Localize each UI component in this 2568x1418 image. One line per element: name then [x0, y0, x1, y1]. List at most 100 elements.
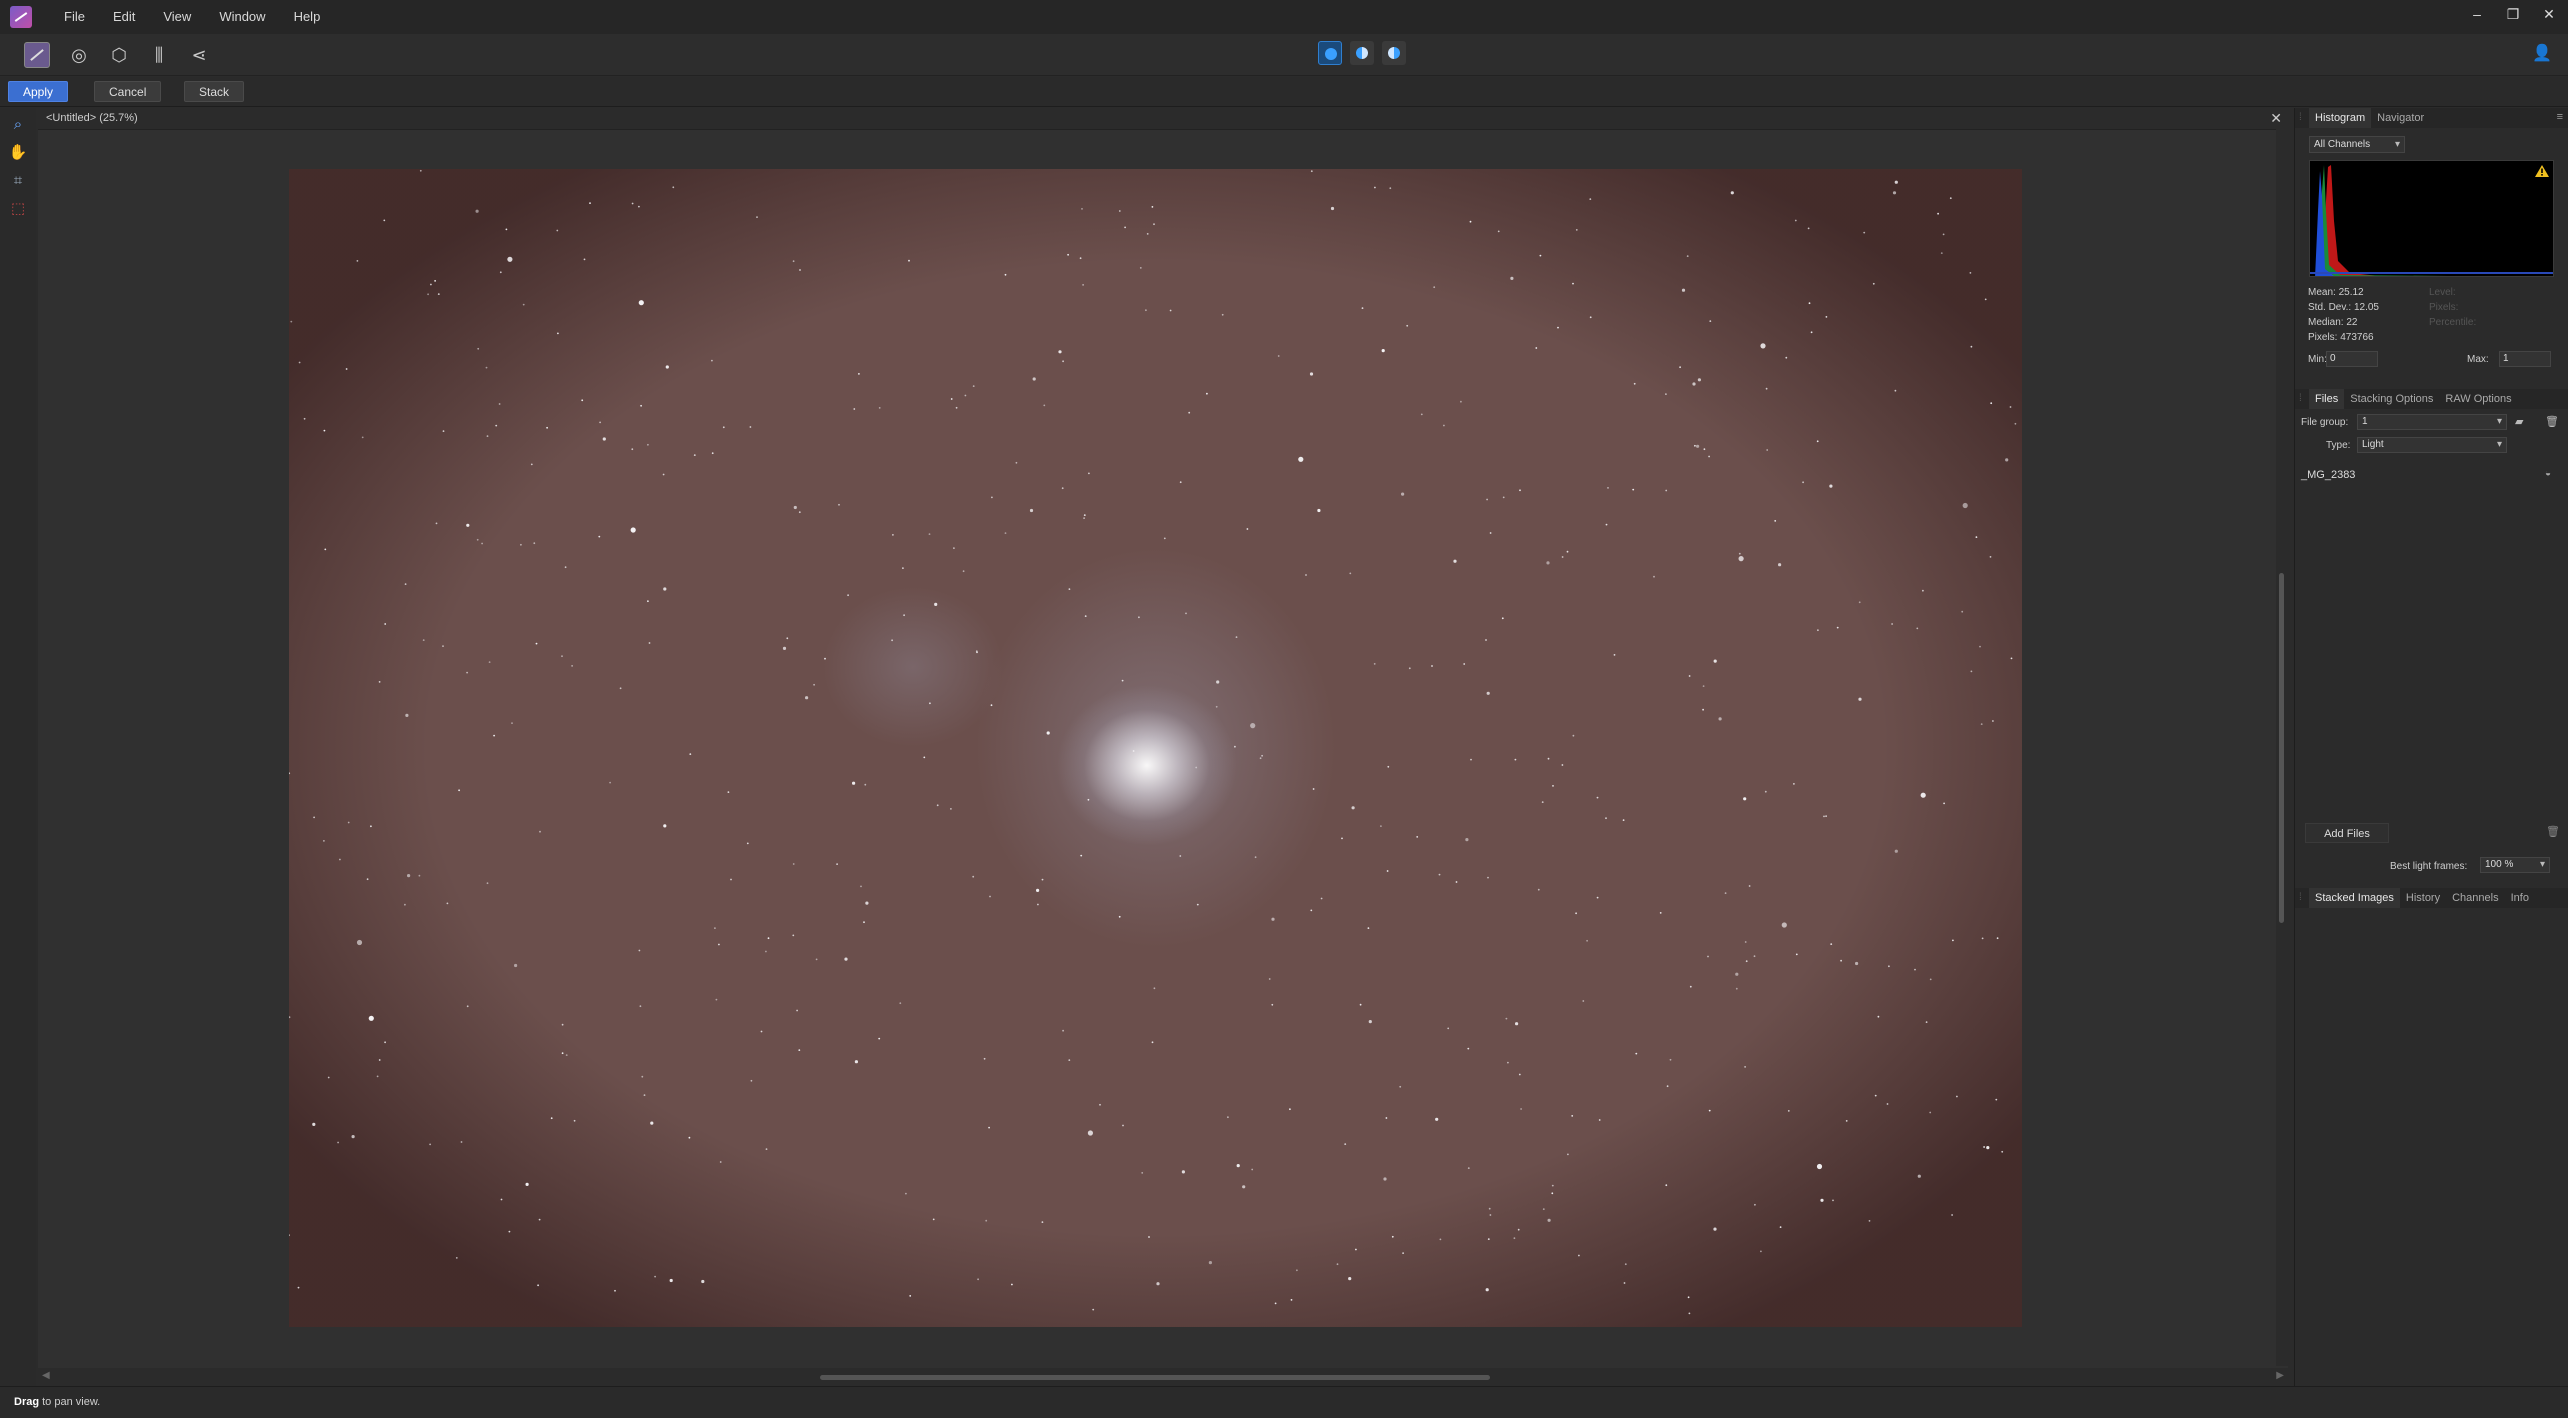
star: [1572, 734, 1575, 737]
star: [1894, 180, 1898, 184]
panel-menu-icon[interactable]: ≡: [2557, 111, 2563, 123]
add-files-button[interactable]: Add Files: [2305, 823, 2389, 843]
canvas-image[interactable]: [289, 169, 2022, 1327]
star: [556, 229, 559, 232]
star: [1041, 1221, 1044, 1223]
close-document-icon[interactable]: ✕: [2270, 110, 2282, 127]
photo-persona-icon[interactable]: [24, 42, 50, 68]
best-light-frames-select[interactable]: 100 % ▾: [2480, 857, 2550, 873]
star: [640, 404, 642, 407]
vertical-scroll-thumb[interactable]: [2279, 573, 2284, 923]
hand-tool-icon[interactable]: ✋: [7, 142, 29, 164]
star: [384, 623, 387, 625]
star: [1688, 1312, 1691, 1315]
trash-icon[interactable]: 🗑: [2545, 415, 2559, 428]
star: [1886, 1103, 1889, 1105]
panel-grip-icon[interactable]: ⁞: [2299, 393, 2309, 405]
menu-window[interactable]: Window: [205, 0, 279, 34]
apply-button[interactable]: Apply: [8, 81, 69, 102]
horizontal-scrollbar[interactable]: ◀ ▶: [38, 1368, 2288, 1386]
split-view-icon[interactable]: [1350, 41, 1374, 65]
star: [891, 639, 893, 642]
tab-histogram[interactable]: Histogram: [2309, 108, 2372, 128]
crop-tool-icon[interactable]: ⌗: [7, 170, 29, 192]
max-input[interactable]: 1: [2499, 351, 2551, 367]
star: [289, 1234, 290, 1237]
star: [1992, 720, 1994, 722]
star: [1546, 561, 1550, 565]
star: [1336, 1263, 1339, 1266]
minimize-button[interactable]: –: [2468, 5, 2486, 23]
file-group-select[interactable]: 1 ▾: [2357, 414, 2507, 430]
star: [688, 1136, 691, 1139]
document-tab[interactable]: <Untitled> (25.7%) ✕: [38, 108, 2288, 130]
star: [1271, 917, 1275, 921]
tab-info[interactable]: Info: [2505, 888, 2535, 908]
vertical-scrollbar[interactable]: [2276, 128, 2288, 1366]
star: [1975, 536, 1978, 538]
scroll-left-icon[interactable]: ◀: [42, 1370, 50, 1381]
menu-file[interactable]: File: [50, 0, 99, 34]
develop-persona-icon[interactable]: ⬡: [106, 42, 132, 68]
mirror-view-icon[interactable]: [1382, 41, 1406, 65]
star: [1510, 276, 1514, 280]
panel-grip-icon[interactable]: ⁞: [2299, 892, 2309, 904]
star: [864, 783, 867, 786]
type-select[interactable]: Light ▾: [2357, 437, 2507, 453]
scroll-right-icon[interactable]: ▶: [2276, 1370, 2284, 1381]
tab-history[interactable]: History: [2400, 888, 2446, 908]
remove-files-icon[interactable]: 🗑: [2546, 825, 2560, 838]
selection-tool-icon[interactable]: ⬚: [7, 198, 29, 220]
star: [1438, 873, 1441, 876]
tab-channels[interactable]: Channels: [2446, 888, 2504, 908]
star: [1289, 1108, 1291, 1111]
star: [1840, 959, 1842, 962]
star: [991, 496, 993, 499]
export-persona-icon[interactable]: ⋖: [186, 42, 212, 68]
star: [1208, 1261, 1212, 1265]
tab-raw-options[interactable]: RAW Options: [2439, 389, 2517, 409]
star: [1810, 331, 1813, 334]
list-item[interactable]: _MG_2383 ◒: [2301, 466, 2563, 484]
star: [1687, 1296, 1690, 1299]
file-name: _MG_2383: [2301, 469, 2356, 481]
visibility-icon[interactable]: ◒: [2545, 468, 2551, 479]
menu-help[interactable]: Help: [280, 0, 335, 34]
star: [639, 1005, 642, 1008]
clipping-warning-icon[interactable]: [2535, 165, 2549, 177]
zoom-tool-icon[interactable]: ⌕: [7, 114, 29, 136]
horizontal-scroll-thumb[interactable]: [820, 1375, 1490, 1380]
view-mode-icon-1[interactable]: [1318, 41, 1342, 65]
liquify-persona-icon[interactable]: ◎: [66, 42, 92, 68]
star: [455, 1257, 458, 1259]
tab-files[interactable]: Files: [2309, 389, 2345, 409]
menu-edit[interactable]: Edit: [99, 0, 149, 34]
star: [1981, 937, 1984, 940]
star: [2005, 458, 2009, 462]
star: [1942, 233, 1945, 236]
tab-navigator[interactable]: Navigator: [2371, 108, 2430, 128]
star: [647, 600, 649, 603]
stack-button[interactable]: Stack: [184, 81, 245, 102]
star: [1502, 496, 1505, 499]
tab-stacking-options[interactable]: Stacking Options: [2344, 389, 2439, 409]
star: [1216, 680, 1220, 684]
star: [405, 713, 409, 718]
cancel-button[interactable]: Cancel: [94, 81, 162, 102]
close-window-button[interactable]: ✕: [2540, 5, 2558, 23]
channel-select[interactable]: All Channels ▾: [2309, 136, 2405, 153]
folder-icon[interactable]: ▰: [2515, 415, 2523, 428]
star: [1084, 615, 1087, 617]
star: [1389, 187, 1392, 190]
user-icon[interactable]: 👤: [2530, 42, 2554, 66]
tab-stacked-images[interactable]: Stacked Images: [2309, 888, 2400, 908]
star: [1169, 309, 1172, 312]
tone-mapping-persona-icon[interactable]: ⫼: [146, 42, 172, 68]
min-input[interactable]: 0: [2326, 351, 2378, 367]
star: [1298, 456, 1304, 462]
star: [1943, 802, 1945, 805]
panel-grip-icon[interactable]: ⁞: [2299, 112, 2309, 124]
menu-view[interactable]: View: [149, 0, 205, 34]
star: [1738, 552, 1741, 555]
restore-button[interactable]: ❐: [2504, 5, 2522, 23]
